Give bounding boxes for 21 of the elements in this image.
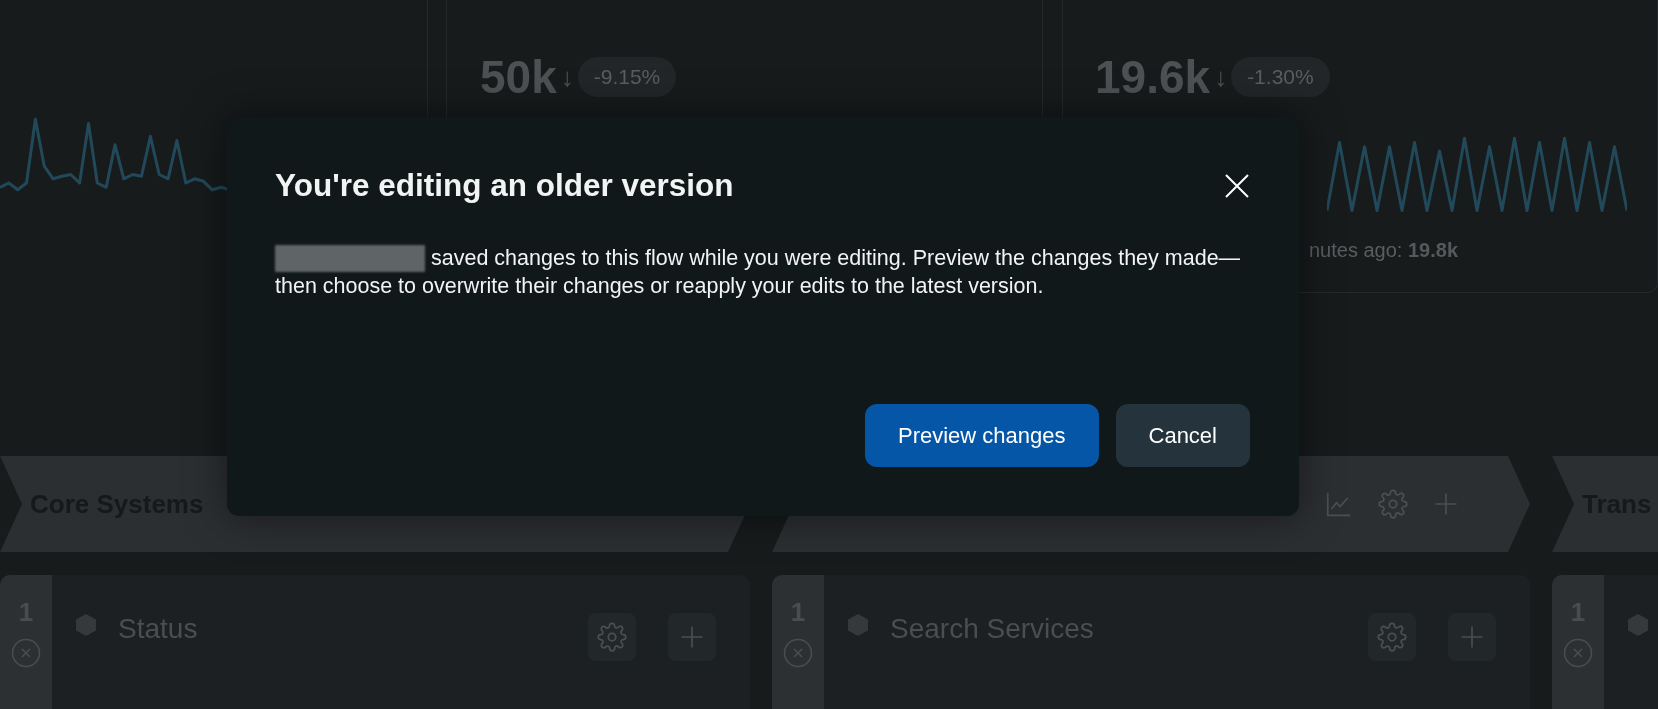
settings-icon[interactable]	[588, 613, 636, 661]
settings-icon[interactable]	[1368, 613, 1416, 661]
remove-icon[interactable]	[11, 638, 41, 668]
trend-arrow: ↓	[1214, 61, 1228, 93]
preview-button[interactable]: Preview changes	[864, 404, 1099, 467]
change-badge: -1.30%	[1231, 57, 1330, 97]
dialog-title: You're editing an older version	[275, 167, 734, 204]
remove-icon[interactable]	[783, 638, 813, 668]
change-badge: -9.15%	[577, 57, 677, 97]
add-icon[interactable]	[1448, 613, 1496, 661]
trend-arrow: ↓	[560, 61, 574, 93]
footnote-text: nutes ago: 19.8k	[1309, 239, 1459, 262]
cancel-button[interactable]: Cancel	[1115, 404, 1250, 467]
hexagon-icon	[846, 613, 870, 637]
hexagon-icon	[74, 613, 98, 637]
add-icon[interactable]	[668, 613, 716, 661]
remove-icon[interactable]	[1563, 638, 1593, 668]
close-button[interactable]	[1224, 172, 1250, 199]
hexagon-icon	[1626, 613, 1650, 637]
dialog-message: saved changes to this flow while you were editing. Preview the changes they made—then choose to overwrite their changes or reapply your edits to the latest version.	[275, 244, 1245, 300]
close-icon	[1224, 172, 1250, 199]
